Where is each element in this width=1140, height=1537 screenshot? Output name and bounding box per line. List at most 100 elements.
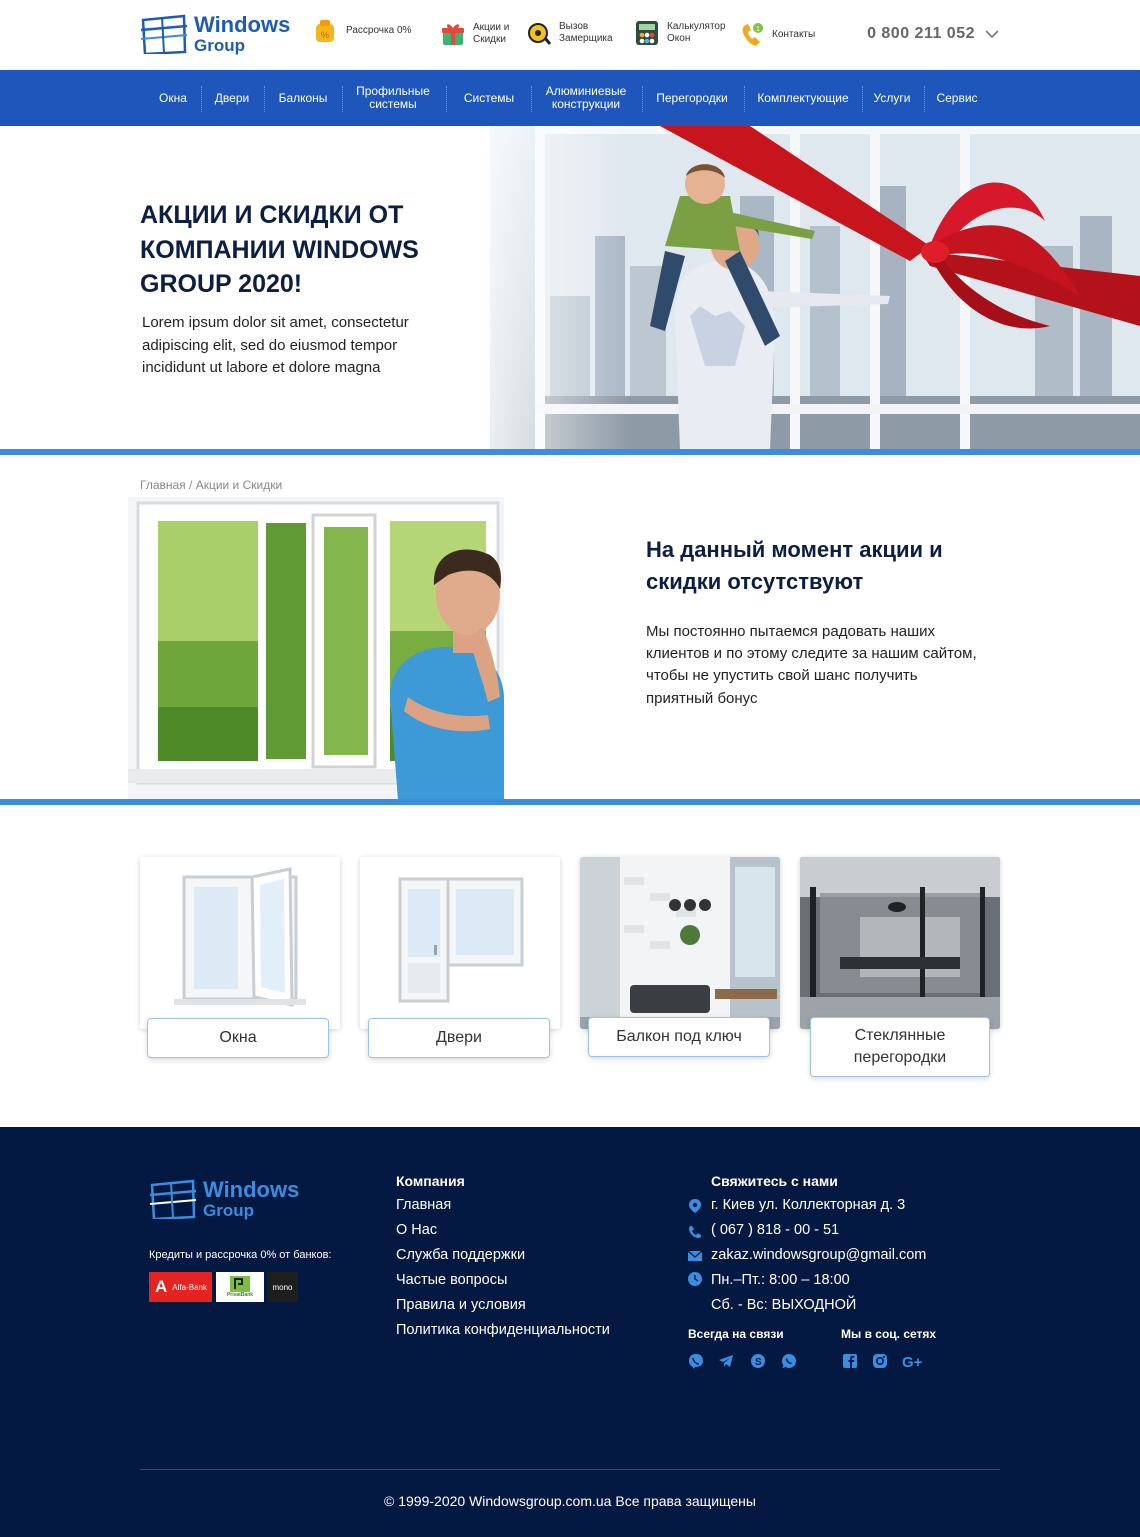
mail-icon xyxy=(688,1250,702,1261)
phone-icon: 1 xyxy=(742,23,763,46)
footer-address: г. Киев ул. Коллекторная д. 3 xyxy=(711,1197,906,1213)
bank-logo-alfa[interactable]: А Alfa-Bank xyxy=(149,1272,212,1302)
nav-item-systems[interactable]: Системы xyxy=(455,70,523,126)
nav-divider xyxy=(201,86,202,112)
telegram-icon[interactable] xyxy=(718,1353,734,1369)
skype-icon[interactable]: S xyxy=(750,1353,766,1369)
footer-link-privacy[interactable]: Политика конфиденциальности xyxy=(396,1322,610,1338)
door-product-image xyxy=(360,857,560,1029)
whatsapp-icon[interactable] xyxy=(781,1353,797,1369)
footer-link-terms[interactable]: Правила и условия xyxy=(396,1297,526,1313)
phone-icon xyxy=(688,1226,701,1239)
nav-item-services[interactable]: Услуги xyxy=(866,70,918,126)
social-heading: Мы в соц. сетях xyxy=(841,1327,937,1341)
header-link-calculator[interactable]: Калькулятор Окон xyxy=(635,20,726,46)
nav-divider xyxy=(924,86,925,112)
header-link-call-measurer[interactable]: Вызов Замерщика xyxy=(527,20,613,46)
footer-company-heading: Компания xyxy=(396,1173,465,1189)
breadcrumb-current: Акции и Скидки xyxy=(195,478,283,492)
main-nav: Окна Двери Балконы Профильные системы Си… xyxy=(0,70,1140,126)
header-link-label-line2: Замерщика xyxy=(559,33,613,44)
brand-name-line2: Group xyxy=(194,36,245,55)
footer-logo[interactable]: Windows Group xyxy=(149,1179,299,1219)
footer-hours-weekend: Сб. - Вс: ВЫХОДНОЙ xyxy=(711,1297,857,1313)
top-header: Windows Group % Рассрочка 0% Акции и Ски… xyxy=(0,0,1140,70)
header-link-label-line2: Скидки xyxy=(473,34,506,45)
balcony-photo xyxy=(580,857,780,1029)
wallet-percent-icon: % xyxy=(316,20,334,42)
gift-icon xyxy=(442,24,464,45)
header-link-label: Рассрочка 0% xyxy=(346,24,412,36)
site-footer: Windows Group Кредиты и рассрочка 0% от … xyxy=(0,1127,1140,1537)
category-button-windows[interactable]: Окна xyxy=(147,1018,329,1058)
svg-text:1: 1 xyxy=(756,26,760,33)
nav-divider xyxy=(531,86,532,112)
nav-item-doors[interactable]: Двери xyxy=(208,70,256,126)
nav-item-components[interactable]: Комплектующие xyxy=(750,70,856,126)
bank-logo-mono[interactable]: mono xyxy=(267,1272,298,1302)
header-phone-number[interactable]: 0 800 211 052 xyxy=(867,25,975,43)
google-plus-icon[interactable]: G+ xyxy=(902,1353,926,1369)
category-card-doors[interactable] xyxy=(360,857,560,1029)
breadcrumb: Главная / Акции и Скидки xyxy=(140,478,288,492)
header-link-label: Контакты xyxy=(772,28,816,40)
brand-logo[interactable]: Windows Group xyxy=(140,14,290,54)
nav-divider xyxy=(342,86,343,112)
nav-item-aluminium[interactable]: Алюминиевые конструкции xyxy=(538,70,634,126)
category-card-glass-partitions[interactable] xyxy=(800,857,1000,1029)
hero-text: Lorem ipsum dolor sit amet, consectetur … xyxy=(142,314,409,376)
breadcrumb-home[interactable]: Главная / xyxy=(140,478,192,492)
svg-text:G+: G+ xyxy=(902,1354,923,1369)
bank-logo-privat[interactable]: PrivatBank xyxy=(216,1272,264,1302)
nav-item-balconies[interactable]: Балконы xyxy=(272,70,334,126)
footer-link-home[interactable]: Главная xyxy=(396,1197,451,1213)
header-link-contacts[interactable]: 1 Контакты xyxy=(740,22,815,48)
nav-divider xyxy=(264,86,265,112)
nav-item-windows[interactable]: Окна xyxy=(152,70,194,126)
footer-brand-line1: Windows xyxy=(203,1177,300,1202)
svg-text:S: S xyxy=(755,1357,762,1368)
window-man-photo xyxy=(128,497,504,800)
nav-item-profile-systems[interactable]: Профильные системы xyxy=(348,70,438,126)
header-link-promotions[interactable]: Акции и Скидки xyxy=(441,21,509,47)
bank-name: PrivatBank xyxy=(226,1292,254,1298)
section-divider xyxy=(0,799,1140,805)
nav-item-service[interactable]: Сервис xyxy=(930,70,984,126)
footer-link-support[interactable]: Служба поддержки xyxy=(396,1247,525,1263)
nav-item-label-line2: системы xyxy=(369,97,417,111)
clock-icon xyxy=(688,1272,702,1286)
nav-divider xyxy=(446,86,447,112)
calculator-icon xyxy=(636,21,658,45)
nav-item-partitions[interactable]: Перегородки xyxy=(648,70,736,126)
credit-text: Кредиты и рассрочка 0% от банков: xyxy=(149,1249,332,1261)
window-logo-icon xyxy=(149,1179,197,1219)
header-link-label-line1: Вызов xyxy=(559,20,589,32)
footer-contact-heading: Свяжитесь с нами xyxy=(711,1173,838,1189)
hero-title: АКЦИИ И СКИДКИ ОТ КОМПАНИИ WINDOWS GROUP… xyxy=(140,201,419,298)
category-label-line1: Стеклянные xyxy=(854,1027,946,1045)
chevron-down-icon[interactable] xyxy=(985,27,999,41)
category-card-balcony[interactable] xyxy=(580,857,780,1029)
category-button-doors[interactable]: Двери xyxy=(368,1018,550,1058)
category-card-windows[interactable] xyxy=(140,857,340,1029)
viber-icon[interactable] xyxy=(688,1353,704,1369)
category-label-line2: перегородки xyxy=(853,1049,947,1066)
footer-link-faq[interactable]: Частые вопросы xyxy=(396,1272,507,1288)
nav-item-label-line2: конструкции xyxy=(551,97,621,111)
footer-brand-line2: Group xyxy=(203,1201,254,1220)
location-pin-icon xyxy=(689,1199,701,1213)
facebook-icon[interactable] xyxy=(842,1353,858,1369)
hero-banner: АКЦИИ И СКИДКИ ОТ КОМПАНИИ WINDOWS GROUP… xyxy=(0,126,1140,450)
copyright-text: © 1999-2020 Windowsgroup.com.ua Все прав… xyxy=(384,1493,756,1509)
brand-name-line1: Windows xyxy=(194,12,291,37)
category-button-balcony[interactable]: Балкон под ключ xyxy=(588,1017,770,1057)
instagram-icon[interactable] xyxy=(872,1353,888,1369)
always-online-label: Всегда на связи xyxy=(688,1327,784,1341)
category-button-glass-partitions[interactable]: Стеклянные перегородки xyxy=(810,1017,990,1077)
footer-phone[interactable]: ( 067 ) 818 - 00 - 51 xyxy=(711,1222,839,1238)
nav-divider xyxy=(744,86,745,112)
footer-link-about[interactable]: О Нас xyxy=(396,1222,437,1238)
footer-email[interactable]: zakaz.windowsgroup@gmail.com xyxy=(711,1247,926,1263)
header-link-installment[interactable]: % Рассрочка 0% xyxy=(314,18,411,44)
window-logo-icon xyxy=(140,14,188,54)
